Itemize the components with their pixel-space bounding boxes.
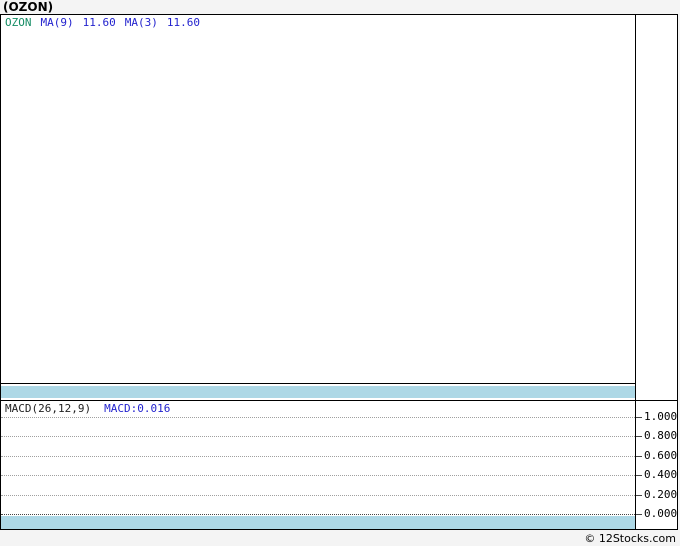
date-axis-band-upper bbox=[1, 386, 635, 398]
ma3-value: 11.60 bbox=[166, 16, 200, 29]
axis-tick bbox=[636, 456, 642, 457]
chart-container bbox=[0, 14, 678, 530]
ma9-value: 11.60 bbox=[82, 16, 116, 29]
footer-bar: © 12Stocks.com bbox=[0, 530, 680, 546]
page-title: (OZON) bbox=[3, 0, 54, 14]
ma3-label: MA(3) bbox=[124, 16, 158, 29]
axis-label: 0.600 bbox=[644, 449, 678, 462]
gridline-zero bbox=[1, 514, 635, 515]
copyright-credit: © 12Stocks.com bbox=[584, 532, 676, 545]
stock-chart-widget: (OZON) OZON MA(9) 11.60 MA(3) 11.60 MACD… bbox=[0, 0, 680, 546]
date-axis-band-lower bbox=[1, 516, 635, 529]
ticker-symbol: OZON bbox=[5, 16, 32, 29]
axis-tick bbox=[636, 475, 642, 476]
macd-legend: MACD(26,12,9) MACD:0.016 bbox=[5, 402, 170, 415]
main-chart-legend: OZON MA(9) 11.60 MA(3) 11.60 bbox=[5, 16, 200, 29]
macd-value-label: MACD:0.016 bbox=[104, 402, 171, 415]
ma9-label: MA(9) bbox=[40, 16, 74, 29]
axis-label: 1.000 bbox=[644, 410, 678, 423]
right-axis-divider bbox=[635, 14, 636, 530]
axis-label: 0.400 bbox=[644, 468, 678, 481]
axis-label: 0.000 bbox=[644, 507, 678, 520]
main-plot-bottom-border bbox=[0, 383, 636, 384]
gridline-0-200 bbox=[1, 495, 635, 496]
macd-panel-top-border bbox=[0, 400, 678, 401]
gridline-0-600 bbox=[1, 456, 635, 457]
axis-label: 0.800 bbox=[644, 429, 678, 442]
axis-tick bbox=[636, 495, 642, 496]
gridline-1-000 bbox=[1, 417, 635, 418]
gridline-0-800 bbox=[1, 436, 635, 437]
axis-label: 0.200 bbox=[644, 488, 678, 501]
axis-tick bbox=[636, 514, 642, 515]
gridline-0-400 bbox=[1, 475, 635, 476]
axis-tick bbox=[636, 417, 642, 418]
axis-tick bbox=[636, 436, 642, 437]
title-bar: (OZON) bbox=[0, 0, 680, 14]
macd-params-label: MACD(26,12,9) bbox=[5, 402, 92, 415]
